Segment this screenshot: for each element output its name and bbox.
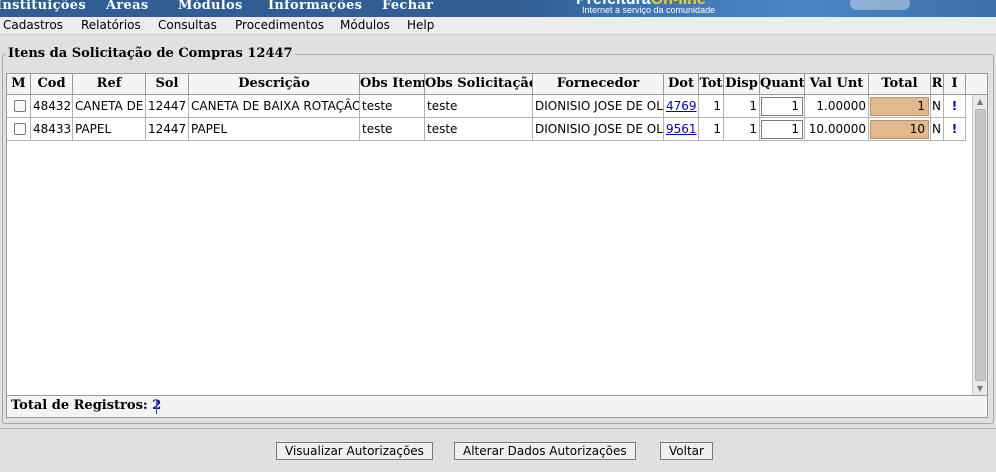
menu-cadastros[interactable]: Cadastros [3, 18, 63, 32]
bottom-divider [0, 428, 996, 429]
info-icon[interactable]: ! [944, 118, 966, 141]
top-nav-instituicoes[interactable]: Instituições [0, 0, 86, 13]
col-header-fornecedor[interactable]: Fornecedor [533, 74, 664, 95]
top-banner: Instituições Áreas Módulos Informações F… [0, 0, 996, 17]
row-checkbox[interactable] [14, 100, 26, 112]
row-checkbox[interactable] [14, 123, 26, 135]
visualizar-autorizacoes-button[interactable]: Visualizar Autorizações [276, 442, 433, 460]
footer-divider [156, 399, 157, 414]
voltar-button[interactable]: Voltar [660, 442, 713, 460]
cell-descricao: CANETA DE BAIXA ROTAÇÃO [189, 95, 360, 118]
cell-quant: 1 [760, 95, 805, 118]
cell-disp: 1 [724, 118, 760, 141]
col-header-sol[interactable]: Sol [146, 74, 189, 95]
cell-r: N [931, 118, 944, 141]
cell-dot: 4769 [664, 95, 699, 118]
cell-sol: 12447 [146, 95, 189, 118]
cell-ref: PAPEL [73, 118, 146, 141]
cell-r: N [931, 95, 944, 118]
grid-header: M Cod Ref Sol Descrição Obs Item Obs Sol… [7, 74, 987, 95]
quantity-input[interactable]: 1 [761, 120, 803, 139]
brand-decoration [850, 0, 910, 10]
info-icon[interactable]: ! [944, 95, 966, 118]
col-header-m[interactable]: M [7, 74, 31, 95]
col-header-obs-item[interactable]: Obs Item [360, 74, 425, 95]
alterar-dados-autorizacoes-button[interactable]: Alterar Dados Autorizações [454, 442, 636, 460]
cell-quant: 1 [760, 118, 805, 141]
cell-disp: 1 [724, 95, 760, 118]
dot-link[interactable]: 4769 [666, 99, 697, 113]
cell-descricao: PAPEL [189, 118, 360, 141]
total-field: 10 [870, 120, 929, 139]
menu-bar: Cadastros Relatórios Consultas Procedime… [0, 17, 996, 35]
top-nav-modulos[interactable]: Módulos [178, 0, 243, 13]
scroll-up-icon[interactable]: ▲ [973, 95, 987, 108]
cell-obs-item: teste [360, 95, 425, 118]
section-title: Itens da Solicitação de Compras 12447 [6, 46, 295, 61]
menu-modulos[interactable]: Módulos [340, 18, 390, 32]
cell-ref: CANETA DE [73, 95, 146, 118]
brand-banner: PrefeituraOn-line Internet a serviço da … [520, 0, 996, 17]
row-select-cell [7, 95, 31, 118]
col-header-obs-solicitacao[interactable]: Obs Solicitação [425, 74, 533, 95]
cell-val-unt: 10.00000 [805, 118, 869, 141]
col-header-cod[interactable]: Cod [31, 74, 73, 95]
menu-consultas[interactable]: Consultas [158, 18, 217, 32]
col-header-descricao[interactable]: Descrição [189, 74, 360, 95]
cell-tot: 1 [699, 95, 724, 118]
cell-tot: 1 [699, 118, 724, 141]
scroll-thumb[interactable] [975, 109, 986, 381]
col-header-spacer [966, 74, 987, 95]
cell-obs-item: teste [360, 118, 425, 141]
cell-cod: 48433 [31, 118, 73, 141]
quantity-input[interactable]: 1 [761, 97, 803, 116]
col-header-disp[interactable]: Disp [724, 74, 760, 95]
col-header-total[interactable]: Total [869, 74, 931, 95]
top-nav-informacoes[interactable]: Informações [268, 0, 362, 13]
table-row: 48433 PAPEL 12447 PAPEL teste teste DION… [7, 118, 967, 141]
grid-scrollbar[interactable]: ▲ ▼ [972, 95, 987, 395]
cell-val-unt: 1.00000 [805, 95, 869, 118]
grid-footer: Total de Registros: 2 [7, 395, 987, 417]
top-nav-fechar[interactable]: Fechar [382, 0, 433, 13]
dot-link[interactable]: 9561 [666, 122, 697, 136]
cell-fornecedor: DIONISIO JOSE DE OLI [533, 95, 664, 118]
col-header-val-unt[interactable]: Val Unt [805, 74, 869, 95]
items-grid: M Cod Ref Sol Descrição Obs Item Obs Sol… [6, 73, 988, 418]
cell-sol: 12447 [146, 118, 189, 141]
brand-tagline: Internet a serviço da comunidade [582, 5, 716, 15]
cell-fornecedor: DIONISIO JOSE DE OLI [533, 118, 664, 141]
top-nav-areas[interactable]: Áreas [106, 0, 148, 13]
col-header-i[interactable]: I [944, 74, 966, 95]
cell-cod: 48432 [31, 95, 73, 118]
cell-obs-solicitacao: teste [425, 118, 533, 141]
row-select-cell [7, 118, 31, 141]
records-total: Total de Registros: 2 [11, 398, 161, 413]
total-field: 1 [870, 97, 929, 116]
col-header-dot[interactable]: Dot [664, 74, 699, 95]
menu-procedimentos[interactable]: Procedimentos [235, 18, 324, 32]
menu-help[interactable]: Help [407, 18, 434, 32]
cell-dot: 9561 [664, 118, 699, 141]
cell-total: 1 [869, 95, 931, 118]
col-header-tot[interactable]: Tot [699, 74, 724, 95]
col-header-quant[interactable]: Quant [760, 74, 805, 95]
table-row: 48432 CANETA DE 12447 CANETA DE BAIXA RO… [7, 95, 967, 118]
col-header-ref[interactable]: Ref [73, 74, 146, 95]
scroll-down-icon[interactable]: ▼ [973, 382, 987, 395]
cell-total: 10 [869, 118, 931, 141]
col-header-r[interactable]: R [931, 74, 944, 95]
cell-obs-solicitacao: teste [425, 95, 533, 118]
menu-relatorios[interactable]: Relatórios [81, 18, 141, 32]
